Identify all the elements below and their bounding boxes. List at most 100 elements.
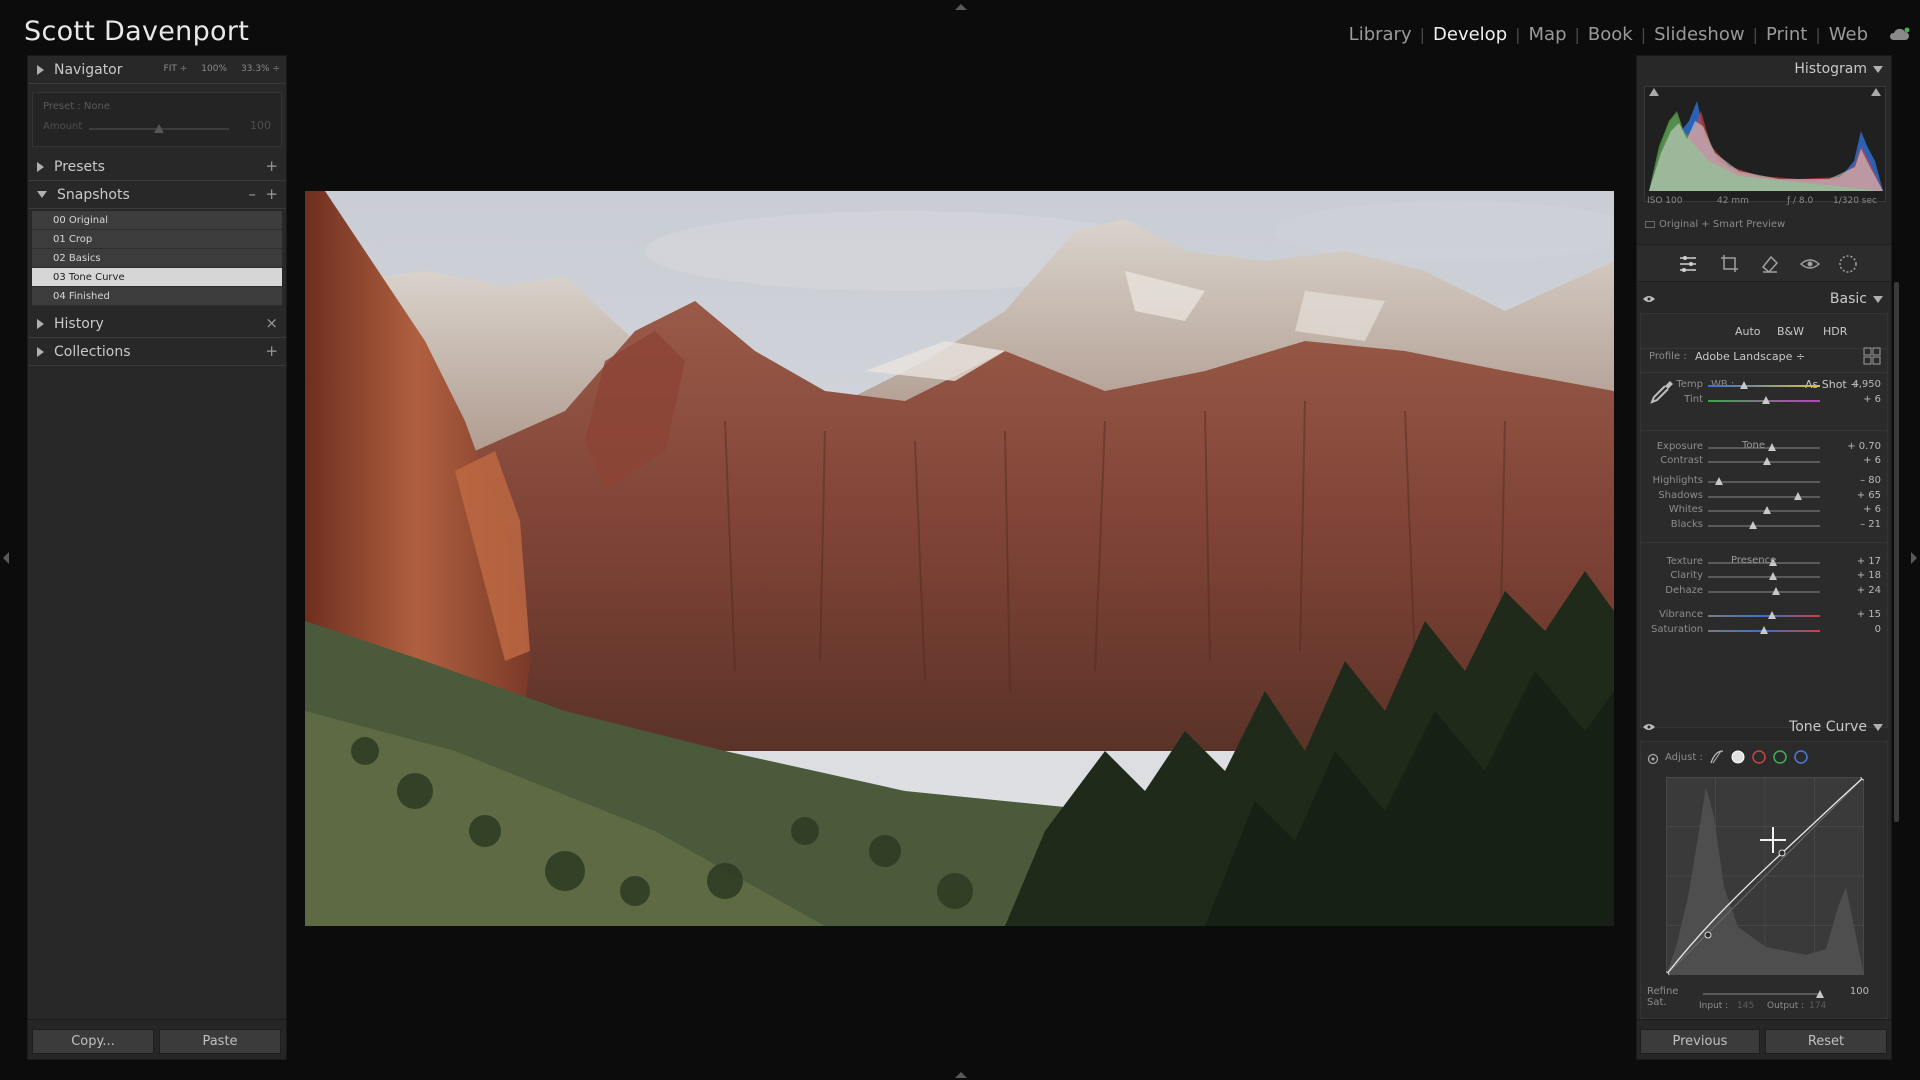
navigator-header[interactable]: Navigator FIT ÷ 100% 33.3% ÷ bbox=[28, 56, 286, 84]
right-panel-scrollbar[interactable] bbox=[1894, 282, 1899, 822]
green-channel-icon[interactable] bbox=[1772, 749, 1788, 765]
parametric-curve-icon[interactable] bbox=[1709, 749, 1725, 765]
history-header[interactable]: History × bbox=[28, 310, 286, 338]
texture-value[interactable]: + 17 bbox=[1841, 556, 1881, 567]
zoom-fit[interactable]: FIT ÷ bbox=[164, 64, 188, 74]
bw-button[interactable]: B&W bbox=[1771, 323, 1810, 341]
snapshots-header[interactable]: Snapshots – + bbox=[28, 181, 286, 209]
copy-settings-button[interactable]: Copy... bbox=[32, 1029, 154, 1054]
whites-slider-thumb[interactable] bbox=[1763, 506, 1772, 514]
temp-slider-track[interactable] bbox=[1708, 385, 1820, 387]
healing-eraser-icon[interactable] bbox=[1759, 253, 1781, 275]
point-curve-rgb-icon[interactable] bbox=[1730, 749, 1746, 765]
zoom-100[interactable]: 100% bbox=[201, 64, 227, 74]
tone-curve-graph[interactable] bbox=[1666, 777, 1864, 975]
profile-browser-icon[interactable] bbox=[1863, 347, 1881, 365]
amount-slider-thumb[interactable] bbox=[154, 124, 164, 133]
tint-value[interactable]: + 6 bbox=[1841, 394, 1881, 405]
saturation-slider-thumb[interactable] bbox=[1760, 626, 1768, 634]
collections-header[interactable]: Collections + bbox=[28, 338, 286, 366]
module-book[interactable]: Book bbox=[1580, 24, 1641, 45]
module-develop[interactable]: Develop bbox=[1425, 24, 1515, 45]
dehaze-slider-thumb[interactable] bbox=[1772, 587, 1781, 595]
masking-icon[interactable] bbox=[1837, 253, 1859, 275]
texture-label: Texture bbox=[1666, 556, 1703, 567]
basic-header[interactable]: Basic bbox=[1637, 286, 1891, 312]
tone-curve-header[interactable]: Tone Curve bbox=[1637, 714, 1891, 740]
whites-value[interactable]: + 6 bbox=[1841, 504, 1881, 515]
highlights-slider-track[interactable] bbox=[1708, 481, 1820, 483]
saturation-value[interactable]: 0 bbox=[1841, 624, 1881, 635]
reset-button[interactable]: Reset bbox=[1765, 1029, 1887, 1054]
presets-header[interactable]: Presets + bbox=[28, 153, 286, 181]
snapshot-item[interactable]: 01 Crop bbox=[32, 230, 282, 249]
identity-plate: Scott Davenport bbox=[24, 16, 250, 47]
refine-sat-slider-thumb[interactable] bbox=[1815, 990, 1824, 998]
contrast-slider-thumb[interactable] bbox=[1763, 457, 1772, 465]
blacks-value[interactable]: – 21 bbox=[1841, 519, 1881, 530]
add-collection-button[interactable]: + bbox=[265, 342, 278, 360]
shadows-slider-thumb[interactable] bbox=[1793, 492, 1802, 500]
presence-subheader: Presence bbox=[1731, 555, 1777, 566]
visibility-eye-icon[interactable] bbox=[1643, 295, 1655, 303]
edit-sliders-icon[interactable] bbox=[1677, 253, 1699, 275]
module-print[interactable]: Print bbox=[1758, 24, 1815, 45]
bottom-panel-toggle-icon[interactable] bbox=[955, 1072, 967, 1078]
tint-slider-thumb[interactable] bbox=[1762, 396, 1771, 404]
histogram[interactable] bbox=[1644, 86, 1886, 202]
left-panel-toggle-icon[interactable] bbox=[3, 552, 9, 564]
snapshot-item[interactable]: 02 Basics bbox=[32, 249, 282, 268]
top-panel-toggle-icon[interactable] bbox=[955, 4, 967, 10]
exposure-value[interactable]: + 0.70 bbox=[1841, 441, 1881, 452]
vibrance-value[interactable]: + 15 bbox=[1841, 609, 1881, 620]
previous-button[interactable]: Previous bbox=[1640, 1029, 1760, 1054]
clear-history-button[interactable]: × bbox=[265, 314, 278, 332]
vibrance-slider-thumb[interactable] bbox=[1767, 611, 1776, 619]
add-preset-button[interactable]: + bbox=[265, 157, 278, 175]
cloud-sync-icon[interactable] bbox=[1888, 27, 1910, 41]
vibrance-slider-track[interactable] bbox=[1708, 615, 1820, 617]
temp-value[interactable]: 4,950 bbox=[1841, 379, 1881, 390]
histogram-header[interactable]: Histogram bbox=[1637, 56, 1891, 82]
zoom-custom[interactable]: 33.3% ÷ bbox=[241, 64, 280, 74]
snapshot-item-selected[interactable]: 03 Tone Curve bbox=[32, 268, 282, 287]
dehaze-slider-track[interactable] bbox=[1708, 591, 1820, 593]
red-eye-icon[interactable] bbox=[1799, 253, 1821, 275]
highlights-slider-thumb[interactable] bbox=[1715, 477, 1724, 485]
blacks-slider-track[interactable] bbox=[1708, 525, 1820, 527]
navigator-zoom-options: FIT ÷ 100% 33.3% ÷ bbox=[164, 64, 280, 74]
module-library[interactable]: Library bbox=[1341, 24, 1420, 45]
highlights-value[interactable]: – 80 bbox=[1841, 475, 1881, 486]
shadows-value[interactable]: + 65 bbox=[1841, 490, 1881, 501]
blue-channel-icon[interactable] bbox=[1793, 749, 1809, 765]
contrast-value[interactable]: + 6 bbox=[1841, 455, 1881, 466]
red-channel-icon[interactable] bbox=[1751, 749, 1767, 765]
clarity-slider-thumb[interactable] bbox=[1768, 572, 1777, 580]
paste-settings-button[interactable]: Paste bbox=[159, 1029, 281, 1054]
snapshot-item[interactable]: 00 Original bbox=[32, 211, 282, 230]
exposure-slider-thumb[interactable] bbox=[1767, 443, 1776, 451]
visibility-eye-icon[interactable] bbox=[1643, 723, 1655, 731]
dehaze-value[interactable]: + 24 bbox=[1841, 585, 1881, 596]
crop-icon[interactable] bbox=[1719, 253, 1741, 275]
module-web[interactable]: Web bbox=[1821, 24, 1876, 45]
right-panel-toggle-icon[interactable] bbox=[1911, 552, 1917, 564]
shadows-slider-track[interactable] bbox=[1708, 496, 1820, 498]
temp-slider-thumb[interactable] bbox=[1739, 381, 1748, 389]
highlight-clipping-icon[interactable] bbox=[1871, 88, 1881, 96]
profile-dropdown[interactable]: Adobe Landscape ÷ bbox=[1695, 350, 1805, 363]
hdr-button[interactable]: HDR bbox=[1817, 323, 1853, 341]
photo-preview[interactable] bbox=[305, 191, 1614, 926]
refine-sat-slider-track[interactable] bbox=[1703, 993, 1821, 995]
blacks-slider-thumb[interactable] bbox=[1748, 521, 1757, 529]
clarity-slider-track[interactable] bbox=[1708, 576, 1820, 578]
auto-button[interactable]: Auto bbox=[1729, 323, 1767, 341]
remove-snapshot-button[interactable]: – bbox=[249, 185, 257, 203]
shadow-clipping-icon[interactable] bbox=[1649, 88, 1659, 96]
add-snapshot-button[interactable]: + bbox=[265, 185, 278, 203]
snapshot-item[interactable]: 04 Finished bbox=[32, 287, 282, 306]
module-slideshow[interactable]: Slideshow bbox=[1646, 24, 1752, 45]
module-map[interactable]: Map bbox=[1521, 24, 1575, 45]
clarity-value[interactable]: + 18 bbox=[1841, 570, 1881, 581]
targeted-adjustment-icon[interactable] bbox=[1647, 753, 1659, 765]
